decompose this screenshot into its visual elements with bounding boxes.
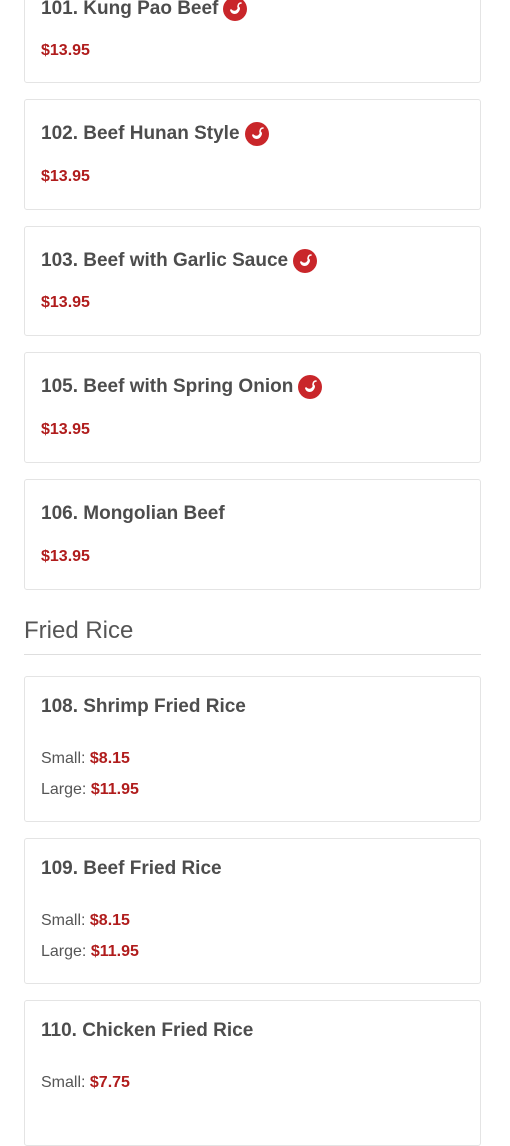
menu-item-card[interactable]: 108. Shrimp Fried Rice Small: $8.15 Larg… — [24, 676, 481, 822]
size-option-large: Large: $11.95 — [41, 780, 139, 800]
menu-item-price: $13.95 — [41, 294, 90, 311]
menu-item-card[interactable]: 103. Beef with Garlic Sauce $13.95 — [24, 226, 481, 336]
menu-item-title: 106. Mongolian Beef — [41, 502, 225, 526]
menu-item-name: 108. Shrimp Fried Rice — [41, 696, 246, 717]
chili-pepper-icon — [293, 249, 318, 273]
menu-item-price: $13.95 — [41, 548, 90, 565]
menu-item-name: 106. Mongolian Beef — [41, 503, 225, 524]
size-option-large: Large: $11.95 — [41, 942, 139, 962]
menu-item-price: $13.95 — [41, 421, 90, 438]
menu-item-price: $13.95 — [41, 42, 90, 59]
size-price: $8.15 — [89, 912, 130, 929]
menu-item-card[interactable]: 106. Mongolian Beef $13.95 — [24, 479, 481, 590]
menu-item-card[interactable]: 102. Beef Hunan Style $13.95 — [24, 99, 481, 210]
size-price: $11.95 — [90, 943, 139, 960]
menu-item-title: 101. Kung Pao Beef — [41, 0, 248, 21]
menu-item-price: $13.95 — [41, 168, 90, 185]
size-label: Small: — [41, 1074, 86, 1091]
menu-item-name: 103. Beef with Garlic Sauce — [41, 250, 289, 271]
menu-item-card[interactable]: 110. Chicken Fried Rice Small: $7.75 — [24, 1000, 481, 1146]
size-label: Small: — [41, 912, 86, 929]
chili-pepper-icon — [298, 375, 323, 399]
menu-item-title: 103. Beef with Garlic Sauce — [41, 249, 318, 273]
menu-item-name: 101. Kung Pao Beef — [41, 0, 219, 19]
menu-item-title: 109. Beef Fried Rice — [41, 857, 222, 881]
menu-item-title: 110. Chicken Fried Rice — [41, 1019, 253, 1043]
menu-item-card[interactable]: 105. Beef with Spring Onion $13.95 — [24, 352, 481, 463]
size-label: Small: — [41, 750, 86, 767]
menu-item-card[interactable]: 109. Beef Fried Rice Small: $8.15 Large:… — [24, 838, 481, 984]
chili-pepper-icon — [223, 0, 248, 21]
menu-item-card[interactable]: 101. Kung Pao Beef $13.95 — [24, 0, 481, 83]
size-option-small: Small: $8.15 — [41, 911, 130, 931]
menu-item-name: 105. Beef with Spring Onion — [41, 376, 294, 397]
section-heading-fried-rice: Fried Rice — [24, 611, 481, 655]
size-price: $7.75 — [89, 1074, 130, 1091]
size-option-small: Small: $7.75 — [41, 1073, 130, 1093]
size-price: $8.15 — [89, 750, 130, 767]
size-label: Large: — [41, 781, 87, 798]
menu-item-title: 105. Beef with Spring Onion — [41, 375, 323, 399]
menu-item-name: 109. Beef Fried Rice — [41, 858, 222, 879]
menu-item-name: 110. Chicken Fried Rice — [41, 1020, 254, 1041]
size-option-small: Small: $8.15 — [41, 749, 130, 769]
menu-item-name: 102. Beef Hunan Style — [41, 123, 240, 144]
menu-item-title: 102. Beef Hunan Style — [41, 122, 269, 146]
size-price: $11.95 — [90, 781, 139, 798]
chili-pepper-icon — [244, 122, 269, 146]
menu-item-title: 108. Shrimp Fried Rice — [41, 695, 246, 719]
size-label: Large: — [41, 943, 87, 960]
